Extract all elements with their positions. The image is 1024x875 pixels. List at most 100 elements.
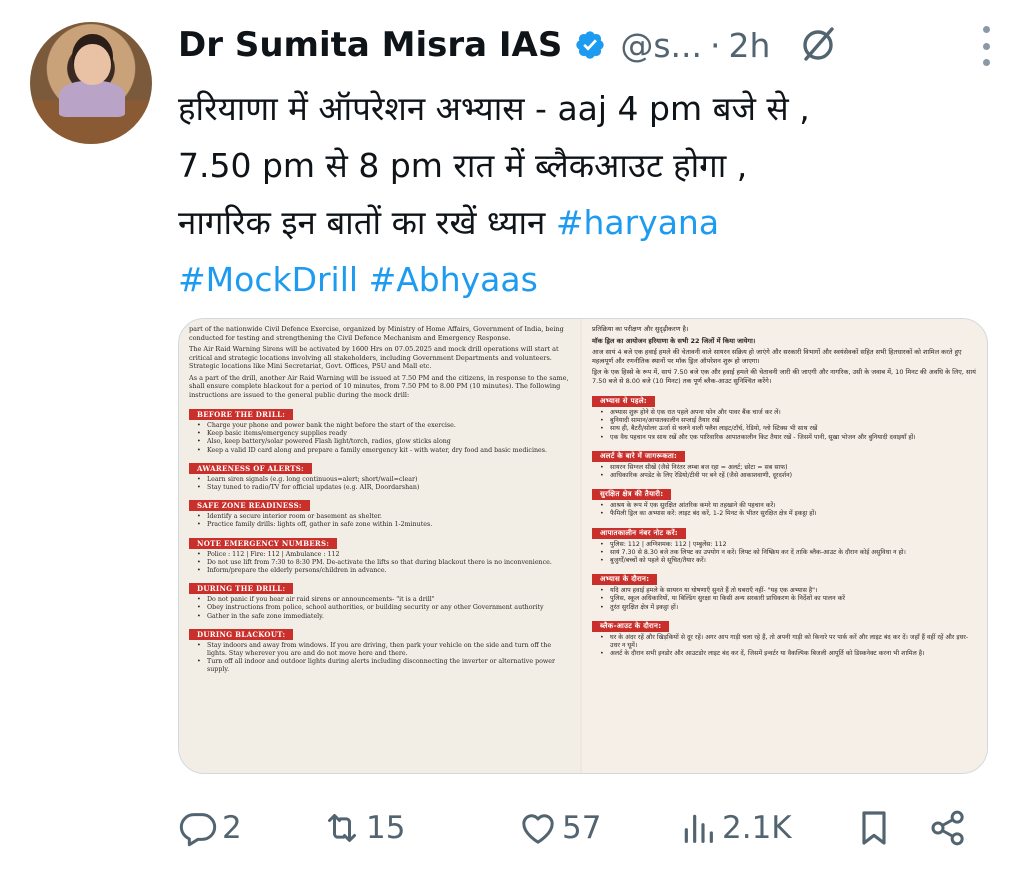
more-icon[interactable] bbox=[978, 26, 994, 66]
tweet-line-3: नागरिक इन बातों का रखें ध्यान #haryana bbox=[178, 194, 988, 251]
doc-en-intro-1: part of the nationwide Civil Defence Exe… bbox=[189, 325, 564, 342]
doc-en-list-item: Also, keep battery/solar powered Flash l… bbox=[197, 438, 570, 446]
doc-hi-section-heading: अभ्यास के दौरान: bbox=[592, 574, 658, 586]
doc-hi-list-item: एक वैध पहचान पत्र साथ रखें और एक पारिवार… bbox=[600, 434, 977, 442]
media-image[interactable]: part of the nationwide Civil Defence Exe… bbox=[178, 318, 988, 774]
doc-en-list-item: Stay indoors and away from windows. If y… bbox=[197, 642, 570, 658]
reply-count: 2 bbox=[222, 810, 242, 846]
doc-hi-list-item: अलर्ट के दौरान सभी इनडोर और आउटडोर लाइट … bbox=[600, 650, 977, 658]
doc-hi-list-item: आधिकारिक अपडेट के लिए रेडियो/टीवी पर बने… bbox=[600, 472, 977, 480]
doc-hi-section-heading: आपातकालीन नंबर नोट करें: bbox=[592, 527, 686, 539]
doc-en-intro-2: The Air Raid Warning Sirens will be acti… bbox=[189, 345, 559, 370]
doc-en-section-heading: NOTE EMERGENCY NUMBERS: bbox=[189, 537, 338, 549]
bookmark-icon bbox=[862, 811, 886, 845]
doc-en-list-item: Keep basic items/emergency supplies read… bbox=[197, 430, 570, 438]
views-count: 2.1K bbox=[722, 810, 792, 846]
tweet-line-2: 7.50 pm से 8 pm रात में ब्लैकआउट होगा , bbox=[178, 146, 748, 185]
share-icon bbox=[931, 810, 964, 846]
doc-hi-section-list: आश्रय के रूप में एक सुरक्षित आंतरिक कमरे… bbox=[600, 502, 977, 519]
hashtag-mockdrill[interactable]: #MockDrill bbox=[178, 260, 358, 299]
verified-badge-icon bbox=[576, 31, 605, 59]
doc-hi-section-list: सायरन सिग्नल सीखें (जैसे निरंतर लम्बा बज… bbox=[600, 464, 977, 481]
doc-hindi: प्रतिक्रिया का परीक्षण और सुदृढ़ीकरण है।… bbox=[582, 319, 987, 773]
author-name[interactable]: Dr Sumita Misra IAS bbox=[178, 25, 562, 65]
doc-hi-list-item: सायरन सिग्नल सीखें (जैसे निरंतर लम्बा बज… bbox=[600, 464, 977, 472]
doc-en-list-item: Charge your phone and power bank the nig… bbox=[197, 422, 570, 430]
doc-en-list-item: Turn off all indoor and outdoor lights d… bbox=[197, 658, 570, 674]
doc-en-section-heading: DURING BLACKOUT: bbox=[189, 628, 294, 640]
tweet-text: हरियाणा में ऑपरेशन अभ्यास - aaj 4 pm बजे… bbox=[178, 80, 988, 308]
doc-en-section-list: Learn siren signals (e.g. long continuou… bbox=[197, 476, 570, 493]
tweet-header: Dr Sumita Misra IAS @s... · 2h bbox=[178, 20, 994, 70]
doc-hi-sections: अभ्यास से पहले: अभ्यास शुरू होने से एक रा… bbox=[592, 388, 977, 659]
doc-hi-intro-1: प्रतिक्रिया का परीक्षण और सुदृढ़ीकरण है। bbox=[592, 325, 689, 333]
doc-hi-list-item: अभ्यास शुरू होने से एक रात पहले अपना फोन… bbox=[600, 409, 977, 417]
doc-hi-list-item: फैमिली ड्रिल का अभ्यास करें: लाइट बंद कर… bbox=[600, 510, 977, 518]
doc-en-list-item: Do not use lift from 7:30 to 8:30 PM. De… bbox=[197, 559, 570, 567]
doc-hi-list-item: घर के अंदर रहें और खिड़कियों से दूर रहें… bbox=[600, 634, 977, 650]
doc-hi-intro-4: ड्रिल के एक हिस्से के रूप में, सायं 7.50… bbox=[592, 368, 976, 385]
doc-en-sections: BEFORE THE DRILL: Charge your phone and p… bbox=[189, 402, 570, 675]
bookmark-button[interactable] bbox=[854, 808, 894, 848]
doc-en-section-list: Stay indoors and away from windows. If y… bbox=[197, 642, 570, 675]
repost-icon bbox=[328, 814, 356, 842]
reply-icon bbox=[179, 813, 217, 847]
doc-hi-section-list: अभ्यास शुरू होने से एक रात पहले अपना फोन… bbox=[600, 409, 977, 442]
doc-hi-section-list: घर के अंदर रहें और खिड़कियों से दूर रहें… bbox=[600, 634, 977, 659]
doc-hi-intro-3: आज सायं 4 बजे एक हवाई हमले की चेतावनी वा… bbox=[592, 348, 962, 365]
doc-hi-list-item: तुरंत सुरक्षित क्षेत्र में इकट्ठा हों। bbox=[600, 604, 977, 612]
tweet-line-4: #MockDrill #Abhyaas bbox=[178, 251, 988, 308]
doc-hi-list-item: पुलिस, स्कूल अधिकारियों, या बिल्डिंग सुर… bbox=[600, 595, 977, 603]
avatar-face bbox=[73, 43, 111, 86]
doc-en-section-list: Identify a secure interior room or basem… bbox=[197, 513, 570, 530]
hashtag-abhyaas[interactable]: #Abhyaas bbox=[369, 260, 538, 299]
doc-english: part of the nationwide Civil Defence Exe… bbox=[179, 319, 580, 773]
repost-button[interactable]: 15 bbox=[322, 808, 405, 848]
tweet-line-3-text: नागरिक इन बातों का रखें ध्यान bbox=[178, 203, 556, 242]
doc-en-intro-3: As a part of the drill, another Air Raid… bbox=[189, 373, 569, 399]
like-count: 57 bbox=[562, 810, 602, 846]
more-dot bbox=[982, 42, 990, 50]
doc-en-list-item: Gather in the safe zone immediately. bbox=[197, 613, 570, 621]
grok-icon[interactable] bbox=[796, 23, 840, 67]
avatar-shirt bbox=[59, 80, 126, 118]
doc-en-section-list: Charge your phone and power bank the nig… bbox=[197, 422, 570, 455]
doc-en-list-item: Inform/prepare the elderly persons/child… bbox=[197, 567, 570, 575]
doc-hi-section-heading: सुरक्षित क्षेत्र की तैयारी: bbox=[592, 489, 672, 501]
share-button[interactable] bbox=[928, 808, 968, 848]
doc-hi-section-list: पुलिस: 112 | अग्निशमक: 112 | एम्बुलेंस: … bbox=[600, 541, 977, 566]
doc-en-section-list: Do not panic if you hear air raid sirens… bbox=[197, 596, 570, 621]
avatar[interactable] bbox=[30, 22, 152, 144]
doc-hi-section-list: यदि आप हवाई हमले के सायरन या घोषणाएँ सुन… bbox=[600, 587, 977, 612]
doc-en-list-item: Police : 112 | Fire: 112 | Ambulance : 1… bbox=[197, 551, 570, 559]
doc-en-list-item: Obey instructions from police, school au… bbox=[197, 604, 570, 612]
doc-hi-section-heading: अलर्ट के बारे में जागरूकता: bbox=[592, 450, 686, 462]
doc-en-list-item: Keep a valid ID card along and prepare a… bbox=[197, 447, 570, 455]
doc-en-section-heading: SAFE ZONE READINESS: bbox=[189, 500, 310, 512]
doc-hi-section-heading: अभ्यास से पहले: bbox=[592, 396, 656, 407]
doc-hi-list-item: पुलिस: 112 | अग्निशमक: 112 | एम्बुलेंस: … bbox=[600, 541, 977, 549]
repost-count: 15 bbox=[366, 810, 406, 846]
tweet-line-1: हरियाणा में ऑपरेशन अभ्यास - aaj 4 pm बजे… bbox=[178, 89, 810, 128]
doc-en-section-heading: BEFORE THE DRILL: bbox=[189, 409, 294, 420]
doc-en-list-item: Identify a secure interior room or basem… bbox=[197, 513, 570, 521]
views-icon bbox=[684, 814, 713, 843]
doc-en-section-heading: AWARENESS OF ALERTS: bbox=[189, 462, 312, 474]
more-dot bbox=[982, 26, 990, 33]
separator-dot: · bbox=[710, 25, 721, 65]
doc-en-section-list: Police : 112 | Fire: 112 | Ambulance : 1… bbox=[197, 551, 570, 576]
like-button[interactable]: 57 bbox=[518, 808, 601, 848]
doc-hi-intro-2: मॉक ड्रिल का आयोजन हरियाणा के सभी 22 जिल… bbox=[592, 336, 756, 345]
hashtag-haryana[interactable]: #haryana bbox=[556, 203, 719, 242]
tweet-time[interactable]: 2h bbox=[729, 26, 771, 65]
reply-button[interactable]: 2 bbox=[178, 808, 242, 848]
like-icon bbox=[522, 814, 554, 844]
views-button[interactable]: 2.1K bbox=[678, 808, 792, 848]
author-handle[interactable]: @s... bbox=[620, 26, 702, 65]
action-bar: 2 15 57 2.1K bbox=[178, 800, 978, 856]
doc-hi-section-heading: ब्लैक-आउट के दौरान: bbox=[592, 620, 670, 632]
doc-en-list-item: Practice family drills: lights off, gath… bbox=[197, 521, 570, 529]
doc-en-list-item: Stay tuned to radio/TV for official upda… bbox=[197, 484, 570, 492]
doc-en-list-item: Do not panic if you hear air raid sirens… bbox=[197, 596, 570, 604]
doc-hi-list-item: सायं 7.30 से 8.30 बजे तक लिफ्ट का उपयोग … bbox=[600, 549, 977, 557]
